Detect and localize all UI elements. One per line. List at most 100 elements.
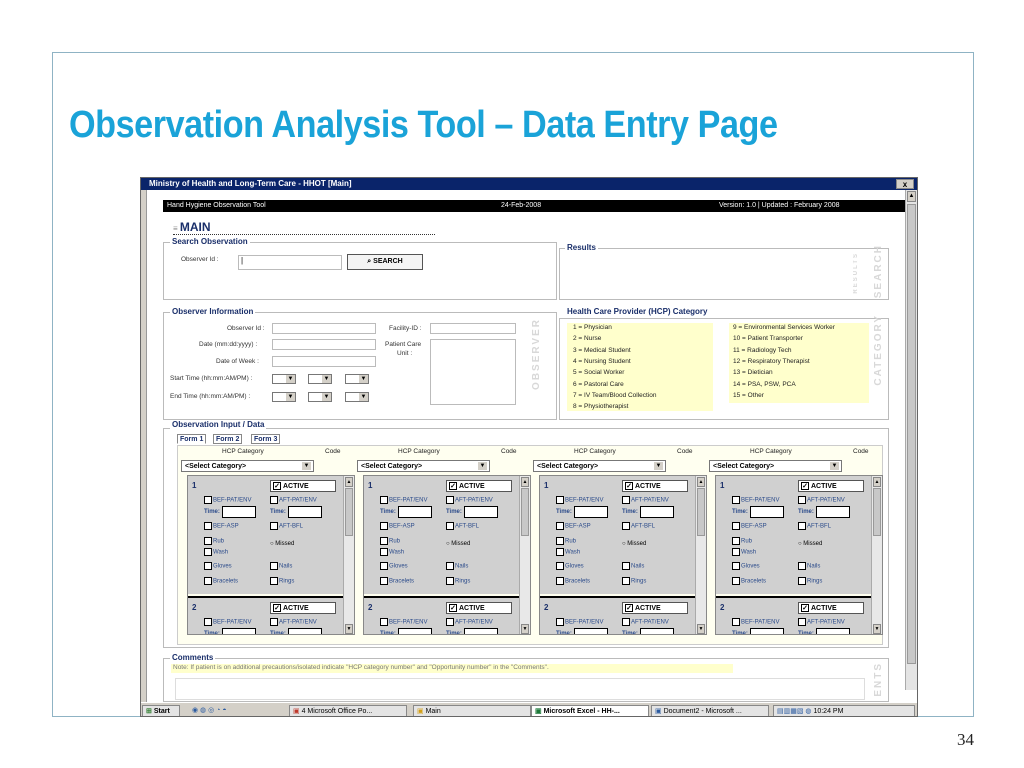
scroll-up-icon[interactable]: ▲ <box>873 477 881 487</box>
search-observer-input[interactable]: | <box>238 255 342 270</box>
active-checkbox[interactable]: ✓ ACTIVE <box>798 480 864 492</box>
aft-pat-env-checkbox[interactable]: AFT-PAT/ENV <box>446 618 493 626</box>
vertical-scrollbar[interactable]: ▲ <box>905 190 917 690</box>
bracelets-checkbox[interactable]: Bracelets <box>556 577 590 585</box>
bef-pat-env-checkbox[interactable]: BEF-PAT/ENV <box>380 496 427 504</box>
start-min-dropdown[interactable]: ▼ <box>308 374 332 384</box>
start-ampm-dropdown[interactable]: ▼ <box>345 374 369 384</box>
end-ampm-dropdown[interactable]: ▼ <box>345 392 369 402</box>
wash-checkbox[interactable]: Wash <box>204 548 228 556</box>
active-checkbox[interactable]: ✓ ACTIVE <box>798 602 864 614</box>
tab-form-2[interactable]: Form 2 <box>213 434 243 444</box>
start-hour-dropdown[interactable]: ▼ <box>272 374 296 384</box>
taskbar-item-main[interactable]: ▣ Main <box>413 705 531 716</box>
obs-id-field[interactable] <box>272 323 376 334</box>
taskbar-item-excel[interactable]: ▣ Microsoft Excel - HH-... <box>531 705 649 716</box>
time-input-2[interactable] <box>816 628 850 634</box>
missed-radio[interactable]: ○ Missed <box>270 541 294 547</box>
active-checkbox[interactable]: ✓ ACTIVE <box>446 480 512 492</box>
bef-pat-env-checkbox[interactable]: BEF-PAT/ENV <box>204 496 251 504</box>
aft-pat-env-checkbox[interactable]: AFT-PAT/ENV <box>798 496 845 504</box>
scroll-thumb[interactable] <box>345 488 353 536</box>
time-input-1[interactable] <box>574 506 608 518</box>
aft-pat-env-checkbox[interactable]: AFT-PAT/ENV <box>270 618 317 626</box>
time-input-2[interactable] <box>816 506 850 518</box>
hcp-select-dropdown[interactable]: <Select Category> ▼ <box>357 460 490 472</box>
facility-field[interactable] <box>430 323 516 334</box>
bef-asp-checkbox[interactable]: BEF-ASP <box>732 522 767 530</box>
bef-pat-env-checkbox[interactable]: BEF-PAT/ENV <box>732 496 779 504</box>
scroll-thumb[interactable] <box>697 488 705 536</box>
time-input-1[interactable] <box>222 506 256 518</box>
active-checkbox[interactable]: ✓ ACTIVE <box>270 480 336 492</box>
rings-checkbox[interactable]: Rings <box>798 577 822 585</box>
aft-bfl-checkbox[interactable]: AFT-BFL <box>270 522 303 530</box>
scroll-up-icon[interactable]: ▲ <box>521 477 529 487</box>
aft-bfl-checkbox[interactable]: AFT-BFL <box>446 522 479 530</box>
time-input-1[interactable] <box>222 628 256 634</box>
rub-checkbox[interactable]: Rub <box>204 537 224 545</box>
aft-bfl-checkbox[interactable]: AFT-BFL <box>622 522 655 530</box>
rings-checkbox[interactable]: Rings <box>446 577 470 585</box>
rub-checkbox[interactable]: Rub <box>732 537 752 545</box>
bef-asp-checkbox[interactable]: BEF-ASP <box>204 522 239 530</box>
scroll-up-icon[interactable]: ▲ <box>907 191 916 202</box>
gloves-checkbox[interactable]: Gloves <box>380 562 408 570</box>
scroll-down-icon[interactable]: ▼ <box>873 624 881 634</box>
close-button[interactable]: x <box>896 179 914 189</box>
bracelets-checkbox[interactable]: Bracelets <box>380 577 414 585</box>
active-checkbox[interactable]: ✓ ACTIVE <box>622 602 688 614</box>
time-input-2[interactable] <box>288 628 322 634</box>
day-field[interactable] <box>272 356 376 367</box>
bef-pat-env-checkbox[interactable]: BEF-PAT/ENV <box>204 618 251 626</box>
bef-asp-checkbox[interactable]: BEF-ASP <box>556 522 591 530</box>
hcp-select-dropdown[interactable]: <Select Category> ▼ <box>181 460 314 472</box>
comments-field[interactable] <box>175 678 865 700</box>
time-input-1[interactable] <box>574 628 608 634</box>
time-input-2[interactable] <box>464 628 498 634</box>
scroll-thumb[interactable] <box>521 488 529 536</box>
gloves-checkbox[interactable]: Gloves <box>556 562 584 570</box>
bef-pat-env-checkbox[interactable]: BEF-PAT/ENV <box>556 618 603 626</box>
missed-radio[interactable]: ○ Missed <box>622 541 646 547</box>
active-checkbox[interactable]: ✓ ACTIVE <box>446 602 512 614</box>
wash-checkbox[interactable]: Wash <box>380 548 404 556</box>
panel-scrollbar[interactable]: ▲ ▼ <box>871 476 882 634</box>
time-input-2[interactable] <box>288 506 322 518</box>
scroll-down-icon[interactable]: ▼ <box>697 624 705 634</box>
start-button[interactable]: ⊞ Start <box>142 705 180 716</box>
panel-scrollbar[interactable]: ▲ ▼ <box>695 476 706 634</box>
panel-scrollbar[interactable]: ▲ ▼ <box>343 476 354 634</box>
wash-checkbox[interactable]: Wash <box>732 548 756 556</box>
nails-checkbox[interactable]: Nails <box>798 562 820 570</box>
bef-pat-env-checkbox[interactable]: BEF-PAT/ENV <box>556 496 603 504</box>
aft-bfl-checkbox[interactable]: AFT-BFL <box>798 522 831 530</box>
date-field[interactable] <box>272 339 376 350</box>
nails-checkbox[interactable]: Nails <box>270 562 292 570</box>
end-hour-dropdown[interactable]: ▼ <box>272 392 296 402</box>
aft-pat-env-checkbox[interactable]: AFT-PAT/ENV <box>446 496 493 504</box>
time-input-2[interactable] <box>640 506 674 518</box>
unit-field[interactable] <box>430 339 516 405</box>
taskbar-item-word[interactable]: ▣ Document2 - Microsoft ... <box>651 705 769 716</box>
active-checkbox[interactable]: ✓ ACTIVE <box>622 480 688 492</box>
time-input-1[interactable] <box>398 628 432 634</box>
missed-radio[interactable]: ○ Missed <box>446 541 470 547</box>
hcp-select-dropdown[interactable]: <Select Category> ▼ <box>533 460 666 472</box>
rub-checkbox[interactable]: Rub <box>556 537 576 545</box>
time-input-2[interactable] <box>464 506 498 518</box>
missed-radio[interactable]: ○ Missed <box>798 541 822 547</box>
rings-checkbox[interactable]: Rings <box>270 577 294 585</box>
aft-pat-env-checkbox[interactable]: AFT-PAT/ENV <box>270 496 317 504</box>
bef-asp-checkbox[interactable]: BEF-ASP <box>380 522 415 530</box>
bracelets-checkbox[interactable]: Bracelets <box>732 577 766 585</box>
aft-pat-env-checkbox[interactable]: AFT-PAT/ENV <box>622 618 669 626</box>
time-input-1[interactable] <box>750 628 784 634</box>
quicklaunch-icons[interactable]: ◉ ◍ ◎ ◔ ◓ <box>189 705 279 716</box>
active-checkbox[interactable]: ✓ ACTIVE <box>270 602 336 614</box>
hcp-select-dropdown[interactable]: <Select Category> ▼ <box>709 460 842 472</box>
scroll-thumb[interactable] <box>907 204 916 664</box>
aft-pat-env-checkbox[interactable]: AFT-PAT/ENV <box>798 618 845 626</box>
gloves-checkbox[interactable]: Gloves <box>732 562 760 570</box>
bracelets-checkbox[interactable]: Bracelets <box>204 577 238 585</box>
